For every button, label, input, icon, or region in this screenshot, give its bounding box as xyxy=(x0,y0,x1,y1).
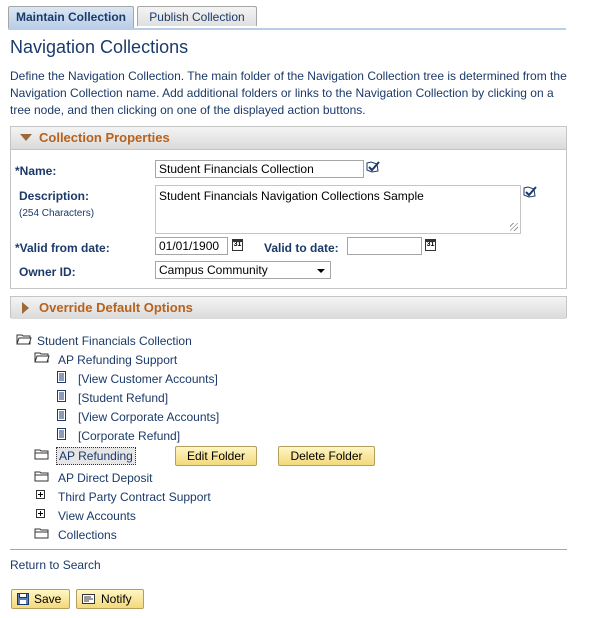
notify-button[interactable]: Notify xyxy=(76,589,144,609)
tree-folder-ap-refunding-selected[interactable]: AP Refunding xyxy=(56,447,136,465)
notify-icon xyxy=(82,594,95,604)
spell-check-icon[interactable] xyxy=(523,186,537,198)
owner-id-value: Campus Community xyxy=(159,263,268,277)
description-value: Student Financials Navigation Collection… xyxy=(159,189,424,203)
owner-id-select[interactable]: Campus Community xyxy=(155,261,331,279)
folder-closed-icon xyxy=(34,449,49,460)
delete-folder-button[interactable]: Delete Folder xyxy=(278,446,375,466)
tab-maintain-collection[interactable]: Maintain Collection xyxy=(8,6,134,29)
tab-publish-collection[interactable]: Publish Collection xyxy=(137,6,257,26)
folder-closed-icon xyxy=(34,471,49,482)
document-icon xyxy=(57,409,66,421)
tree-link-student-refund[interactable]: [Student Refund] xyxy=(78,391,168,405)
notify-label: Notify xyxy=(101,592,132,606)
description-hint: (254 Characters) xyxy=(19,208,95,219)
tree-folder-view-accounts[interactable]: View Accounts xyxy=(58,509,136,523)
edit-folder-button[interactable]: Edit Folder xyxy=(175,446,257,466)
name-field[interactable]: Student Financials Collection xyxy=(155,160,364,178)
document-icon xyxy=(57,428,66,440)
valid-from-label: *Valid from date: xyxy=(15,241,110,255)
divider xyxy=(10,549,567,550)
calendar-icon[interactable]: 31 xyxy=(232,239,243,251)
page-description: Define the Navigation Collection. The ma… xyxy=(10,69,567,117)
page-title: Navigation Collections xyxy=(10,37,189,57)
owner-id-label: Owner ID: xyxy=(19,265,76,279)
resize-grip-icon[interactable] xyxy=(510,223,518,231)
tree-root-link[interactable]: Student Financials Collection xyxy=(37,334,192,348)
tree-folder-collections[interactable]: Collections xyxy=(58,528,117,542)
tree-link-corporate-refund[interactable]: [Corporate Refund] xyxy=(78,429,180,443)
save-icon xyxy=(17,593,29,605)
collapse-arrow-icon[interactable] xyxy=(20,134,32,141)
chevron-down-icon xyxy=(317,269,325,273)
document-icon xyxy=(57,371,66,383)
expand-plus-icon[interactable] xyxy=(36,490,45,499)
tree-folder-ap-refunding-support[interactable]: AP Refunding Support xyxy=(58,353,177,367)
spell-check-icon[interactable] xyxy=(366,161,380,173)
expand-arrow-icon[interactable] xyxy=(22,302,29,314)
tree-link-view-customer-accounts[interactable]: [View Customer Accounts] xyxy=(78,372,218,386)
name-label: *Name: xyxy=(15,164,57,178)
folder-closed-icon xyxy=(34,528,49,539)
folder-open-icon xyxy=(34,352,50,363)
folder-open-icon xyxy=(16,334,32,345)
description-field[interactable]: Student Financials Navigation Collection… xyxy=(155,185,521,234)
document-icon xyxy=(57,390,66,402)
return-to-search-link[interactable]: Return to Search xyxy=(10,558,101,572)
valid-to-label: Valid to date: xyxy=(264,241,339,255)
collection-properties-title: Collection Properties xyxy=(39,130,170,145)
save-button[interactable]: Save xyxy=(11,589,70,609)
tree-link-view-corporate-accounts[interactable]: [View Corporate Accounts] xyxy=(78,410,219,424)
override-options-group: Override Default Options xyxy=(10,296,567,319)
collection-properties-header[interactable]: Collection Properties xyxy=(11,127,566,150)
save-label: Save xyxy=(34,592,62,606)
expand-plus-icon[interactable] xyxy=(36,509,45,518)
description-label: Description: xyxy=(19,189,90,203)
tree-folder-ap-direct-deposit[interactable]: AP Direct Deposit xyxy=(58,471,152,485)
override-options-header[interactable]: Override Default Options xyxy=(11,297,566,319)
calendar-icon[interactable]: 31 xyxy=(425,239,436,251)
tab-underline xyxy=(8,28,566,30)
override-options-title: Override Default Options xyxy=(39,300,193,315)
valid-from-field[interactable]: 01/01/1900 xyxy=(155,237,228,255)
tree-folder-third-party[interactable]: Third Party Contract Support xyxy=(58,490,211,504)
valid-to-field[interactable] xyxy=(347,237,422,255)
